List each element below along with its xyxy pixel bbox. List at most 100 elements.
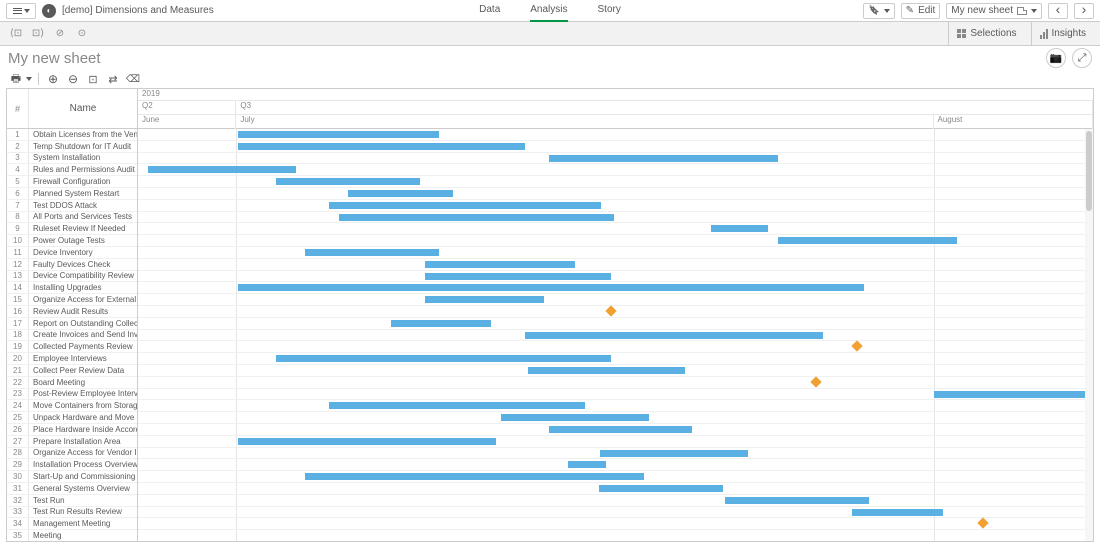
task-row-track[interactable] [138, 176, 1093, 188]
gantt-bar[interactable] [852, 509, 943, 516]
task-row-label[interactable]: 15Organize Access for External Audit Te [7, 294, 137, 306]
task-row-track[interactable] [138, 483, 1093, 495]
task-row-label[interactable]: 17Report on Outstanding Collections [7, 318, 137, 330]
task-row-track[interactable] [138, 341, 1093, 353]
gantt-bar[interactable] [305, 249, 439, 256]
task-row-track[interactable] [138, 459, 1093, 471]
task-row-label[interactable]: 7Test DDOS Attack [7, 200, 137, 212]
task-row-label[interactable]: 5Firewall Configuration [7, 176, 137, 188]
task-row-label[interactable]: 29Installation Process Overview [7, 459, 137, 471]
gantt-bar[interactable] [391, 320, 491, 327]
smart-search-button[interactable]: ⊙ [72, 25, 92, 43]
gantt-bar[interactable] [711, 225, 768, 232]
gantt-bar[interactable] [425, 273, 611, 280]
task-row-label[interactable]: 22Board Meeting [7, 377, 137, 389]
gantt-bar[interactable] [599, 485, 723, 492]
tab-analysis[interactable]: Analysis [530, 0, 567, 22]
gantt-bar[interactable] [238, 284, 864, 291]
task-row-track[interactable] [138, 223, 1093, 235]
gantt-bar[interactable] [425, 261, 576, 268]
task-row-track[interactable] [138, 259, 1093, 271]
task-row-track[interactable] [138, 188, 1093, 200]
task-row-track[interactable] [138, 164, 1093, 176]
task-row-label[interactable]: 8All Ports and Services Tests [7, 212, 137, 224]
task-row-track[interactable] [138, 306, 1093, 318]
gantt-bar[interactable] [425, 296, 544, 303]
task-row-label[interactable]: 16Review Audit Results [7, 306, 137, 318]
edit-button[interactable]: Edit [901, 3, 941, 19]
task-row-track[interactable] [138, 495, 1093, 507]
task-row-track[interactable] [138, 436, 1093, 448]
task-row-label[interactable]: 9Ruleset Review If Needed [7, 223, 137, 235]
task-row-label[interactable]: 26Place Hardware Inside According to In [7, 424, 137, 436]
task-row-track[interactable] [138, 507, 1093, 519]
zoom-in-button[interactable] [45, 72, 61, 86]
gantt-bar[interactable] [276, 178, 419, 185]
gantt-bar[interactable] [568, 461, 606, 468]
gantt-bars-area[interactable] [138, 129, 1093, 541]
gantt-bar[interactable] [778, 237, 958, 244]
task-row-track[interactable] [138, 141, 1093, 153]
gantt-milestone[interactable] [605, 305, 616, 316]
task-row-label[interactable]: 1Obtain Licenses from the Vendor [7, 129, 137, 141]
task-row-track[interactable] [138, 365, 1093, 377]
task-row-label[interactable]: 11Device Inventory [7, 247, 137, 259]
gantt-bar[interactable] [148, 166, 296, 173]
step-forward-button[interactable]: ⊡⟩ [28, 25, 48, 43]
gantt-bar[interactable] [549, 426, 692, 433]
task-row-track[interactable] [138, 412, 1093, 424]
task-row-track[interactable] [138, 471, 1093, 483]
task-row-label[interactable]: 3System Installation [7, 153, 137, 165]
task-row-track[interactable] [138, 247, 1093, 259]
task-row-label[interactable]: 6Planned System Restart [7, 188, 137, 200]
gantt-bar[interactable] [348, 190, 453, 197]
task-row-track[interactable] [138, 330, 1093, 342]
task-row-track[interactable] [138, 400, 1093, 412]
task-row-label[interactable]: 24Move Containers from Storage Facility [7, 400, 137, 412]
gantt-bar[interactable] [305, 473, 644, 480]
task-row-label[interactable]: 21Collect Peer Review Data [7, 365, 137, 377]
task-row-track[interactable] [138, 271, 1093, 283]
task-row-label[interactable]: 14Installing Upgrades [7, 282, 137, 294]
task-row-track[interactable] [138, 212, 1093, 224]
gantt-bar[interactable] [725, 497, 868, 504]
gantt-milestone[interactable] [810, 376, 821, 387]
gantt-bar[interactable] [238, 131, 439, 138]
task-row-track[interactable] [138, 153, 1093, 165]
swap-axes-button[interactable] [105, 72, 121, 86]
gantt-bar[interactable] [329, 402, 585, 409]
task-row-track[interactable] [138, 389, 1093, 401]
gantt-bar[interactable] [934, 391, 1093, 398]
task-row-label[interactable]: 30Start-Up and Commissioning [7, 471, 137, 483]
task-row-label[interactable]: 27Prepare Installation Area [7, 436, 137, 448]
gantt-bar[interactable] [525, 332, 823, 339]
task-row-track[interactable] [138, 377, 1093, 389]
task-row-label[interactable]: 28Organize Access for Vendor Installatio [7, 448, 137, 460]
zoom-out-button[interactable] [65, 72, 81, 86]
gantt-bar[interactable] [528, 367, 686, 374]
gantt-bar[interactable] [339, 214, 614, 221]
task-row-label[interactable]: 32Test Run [7, 495, 137, 507]
sheet-selector-button[interactable]: My new sheet [946, 3, 1042, 19]
task-row-track[interactable] [138, 353, 1093, 365]
clear-selections-button[interactable]: ⊘ [50, 25, 70, 43]
task-row-label[interactable]: 34Management Meeting [7, 518, 137, 530]
selections-button[interactable]: Selections [948, 22, 1024, 46]
gantt-bar[interactable] [238, 143, 525, 150]
task-row-track[interactable] [138, 424, 1093, 436]
vertical-scrollbar[interactable] [1085, 129, 1093, 541]
next-sheet-button[interactable] [1074, 3, 1094, 19]
task-row-label[interactable]: 4Rules and Permissions Audit [7, 164, 137, 176]
prev-sheet-button[interactable] [1048, 3, 1068, 19]
task-row-label[interactable]: 33Test Run Results Review [7, 507, 137, 519]
task-row-label[interactable]: 20Employee Interviews [7, 353, 137, 365]
column-header-num[interactable]: # [7, 89, 29, 128]
gantt-bar[interactable] [238, 438, 496, 445]
scrollbar-thumb[interactable] [1086, 131, 1092, 211]
task-row-track[interactable] [138, 318, 1093, 330]
column-header-name[interactable]: Name [29, 89, 137, 128]
tab-story[interactable]: Story [598, 0, 621, 22]
task-row-label[interactable]: 2Temp Shutdown for IT Audit [7, 141, 137, 153]
task-row-label[interactable]: 35Meeting [7, 530, 137, 541]
tab-data[interactable]: Data [479, 0, 500, 22]
